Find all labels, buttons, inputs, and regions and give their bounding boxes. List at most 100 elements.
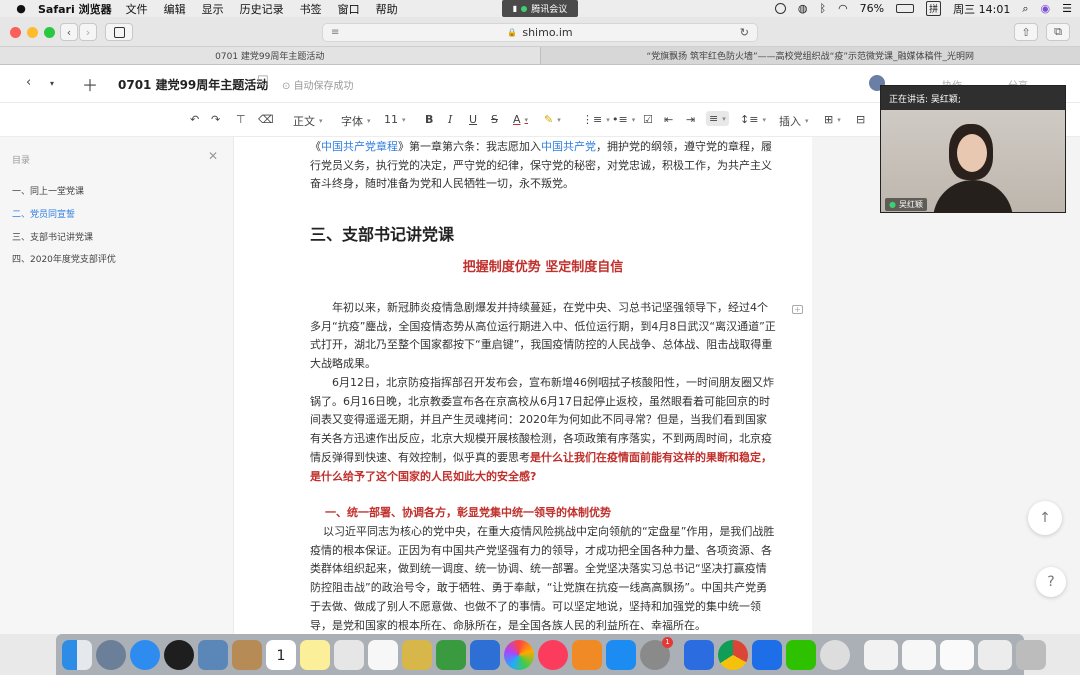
minimize-window-button[interactable]: [27, 27, 38, 38]
siri-dock-icon[interactable]: [164, 639, 194, 670]
party-link[interactable]: 中国共产党: [541, 140, 596, 153]
paragraph-style-dropdown[interactable]: 正文 ▾: [293, 113, 323, 129]
share-button[interactable]: ⇧: [1014, 23, 1038, 41]
menu-help[interactable]: 帮助: [376, 1, 398, 17]
siri-icon[interactable]: ◉: [1041, 2, 1051, 15]
menu-file[interactable]: 文件: [126, 1, 148, 17]
system-preferences-icon[interactable]: 1: [640, 636, 673, 670]
ordered-list-icon[interactable]: ⋮≡ ▾: [582, 113, 610, 126]
minimized-window-4[interactable]: [978, 639, 1012, 670]
checklist-icon[interactable]: ☑: [643, 113, 653, 126]
photos-app-icon[interactable]: [198, 639, 228, 670]
outdent-icon[interactable]: ⇤: [664, 113, 673, 126]
lecture-title[interactable]: 把握制度优势 坚定制度自信: [310, 256, 776, 275]
bold-icon[interactable]: B: [425, 113, 433, 126]
menu-bookmarks[interactable]: 书签: [300, 1, 322, 17]
tencent-meeting-icon[interactable]: [752, 639, 782, 670]
oath-paragraph[interactable]: 《中国共产党章程》第一章第六条：我志愿加入中国共产党，拥护党的纲领，遵守党的章程…: [310, 138, 776, 194]
new-doc-icon[interactable]: ＋: [82, 72, 98, 96]
menu-edit[interactable]: 编辑: [164, 1, 186, 17]
toc-item-2[interactable]: 二、党员同宣誓: [12, 207, 75, 220]
menu-view[interactable]: 显示: [202, 1, 224, 17]
body-paragraph-1[interactable]: 年初以来，新冠肺炎疫情急剧爆发并持续蔓延，在党中央、习总书记坚强领导下，经过4个…: [310, 299, 776, 374]
notes-icon[interactable]: [300, 639, 330, 670]
scroll-top-button[interactable]: ↑: [1028, 501, 1062, 535]
app-store-icon[interactable]: [606, 639, 636, 670]
close-toc-icon[interactable]: ✕: [208, 149, 218, 163]
wechat-icon[interactable]: ◍: [798, 2, 808, 15]
address-bar[interactable]: ≡ 🔒 shimo.im ↻: [322, 23, 758, 42]
wps-office-icon[interactable]: [684, 639, 714, 670]
redo-icon[interactable]: ↷: [211, 113, 220, 126]
section-heading[interactable]: 三、支部书记讲党课: [310, 221, 454, 245]
toc-item-1[interactable]: 一、同上一堂党课: [12, 184, 84, 197]
highlight-icon[interactable]: ✎ ▾: [544, 113, 561, 126]
doc-page[interactable]: 《中国共产党章程》第一章第六条：我志愿加入中国共产党，拥护党的纲领，遵守党的章程…: [234, 137, 812, 634]
bluetooth-icon[interactable]: ᛒ: [819, 2, 826, 15]
insert-dropdown[interactable]: 插入 ▾: [779, 113, 809, 129]
doc-title[interactable]: 0701 建党99周年主题活动: [118, 76, 268, 93]
body-paragraph-2[interactable]: 6月12日，北京防疫指挥部召开发布会，宣布新增46例咽拭子核酸阳性，一时间朋友圈…: [310, 374, 776, 486]
clock[interactable]: 周三 14:01: [953, 1, 1010, 17]
bullet-list-icon[interactable]: •≡ ▾: [612, 113, 635, 126]
spotlight-search-icon[interactable]: ⌕: [1022, 2, 1028, 16]
launchpad-icon[interactable]: [96, 639, 126, 670]
tab-doc[interactable]: 0701 建党99周年主题活动: [0, 47, 540, 64]
keynote-stand-icon[interactable]: [470, 639, 500, 670]
tab-article[interactable]: “党旗飘扬 筑牢红色防火墙”——高校党组织战“疫”示范微党课_融媒体稿件_光明网: [539, 47, 1080, 64]
reminders-icon[interactable]: [368, 639, 398, 670]
more-tools-icon[interactable]: ⊟: [856, 113, 865, 126]
clear-format-icon[interactable]: ⌫: [258, 113, 274, 126]
text-color-icon[interactable]: A ▾: [513, 113, 528, 126]
font-dropdown[interactable]: 字体 ▾: [341, 113, 371, 129]
record-icon[interactable]: [774, 3, 786, 14]
minimized-window-2[interactable]: [902, 639, 936, 670]
photos-icon[interactable]: [504, 639, 534, 670]
input-method-indicator[interactable]: 拼: [926, 1, 942, 16]
numbers-icon[interactable]: [436, 639, 466, 670]
font-size-dropdown[interactable]: 11 ▾: [384, 113, 406, 126]
keynote-icon[interactable]: [402, 639, 432, 670]
body-paragraph-3[interactable]: 以习近平同志为核心的党中央，在重大疫情风险挑战中定向领航的“定盘星”作用，是我们…: [310, 523, 776, 635]
strikethrough-icon[interactable]: S: [491, 113, 498, 126]
table-icon[interactable]: ⊞ ▾: [824, 113, 841, 126]
finder-icon[interactable]: [62, 639, 92, 670]
line-spacing-icon[interactable]: ↕≡ ▾: [740, 113, 766, 126]
contacts-icon[interactable]: [232, 639, 262, 670]
notification-center-icon[interactable]: ☰: [1062, 2, 1072, 15]
chrome-icon[interactable]: [718, 639, 748, 670]
battery-icon[interactable]: [896, 4, 915, 13]
app-menu-safari[interactable]: Safari 浏览器: [38, 1, 112, 17]
meeting-status-indicator[interactable]: ▮ 腾讯会议: [502, 0, 578, 17]
subsection-heading[interactable]: 一、统一部署、协调各方，彰显党集中统一领导的体制优势: [325, 504, 611, 520]
trash-icon[interactable]: [1016, 639, 1046, 670]
back-button[interactable]: ‹: [60, 23, 78, 41]
reader-icon[interactable]: ≡: [331, 27, 339, 38]
forward-button[interactable]: ›: [79, 23, 97, 41]
quicktime-icon[interactable]: [820, 639, 850, 670]
history-dropdown-icon[interactable]: ▾: [50, 79, 54, 88]
apple-icon[interactable]: ●: [14, 2, 28, 15]
wifi-icon[interactable]: ◠: [838, 2, 848, 15]
books-icon[interactable]: [572, 639, 602, 670]
charter-link[interactable]: 中国共产党章程: [321, 140, 398, 153]
back-nav-icon[interactable]: ‹: [26, 75, 31, 90]
music-icon[interactable]: [538, 639, 568, 670]
bookmark-icon[interactable]: ☐: [257, 74, 269, 89]
meeting-video-window[interactable]: 正在讲话: 吴红颖; ● 吴红颖: [880, 85, 1066, 213]
tab-overview-button[interactable]: ⧉: [1046, 23, 1070, 41]
reload-icon[interactable]: ↻: [740, 26, 749, 39]
minimized-window-3[interactable]: [940, 639, 974, 670]
safari-icon[interactable]: [130, 639, 160, 670]
add-comment-icon[interactable]: +: [792, 305, 803, 314]
toc-item-4[interactable]: 四、2020年度党支部评优: [12, 252, 116, 265]
format-painter-icon[interactable]: ⊤: [236, 113, 246, 126]
undo-icon[interactable]: ↶: [190, 113, 199, 126]
menu-history[interactable]: 历史记录: [240, 1, 284, 17]
help-button[interactable]: ?: [1036, 567, 1066, 597]
italic-icon[interactable]: I: [448, 113, 452, 126]
wechat-dock-icon[interactable]: [786, 639, 816, 670]
align-dropdown[interactable]: ≡ ▾: [706, 111, 729, 126]
sidebar-toggle-button[interactable]: [105, 23, 133, 41]
minimized-window-1[interactable]: [864, 639, 898, 670]
